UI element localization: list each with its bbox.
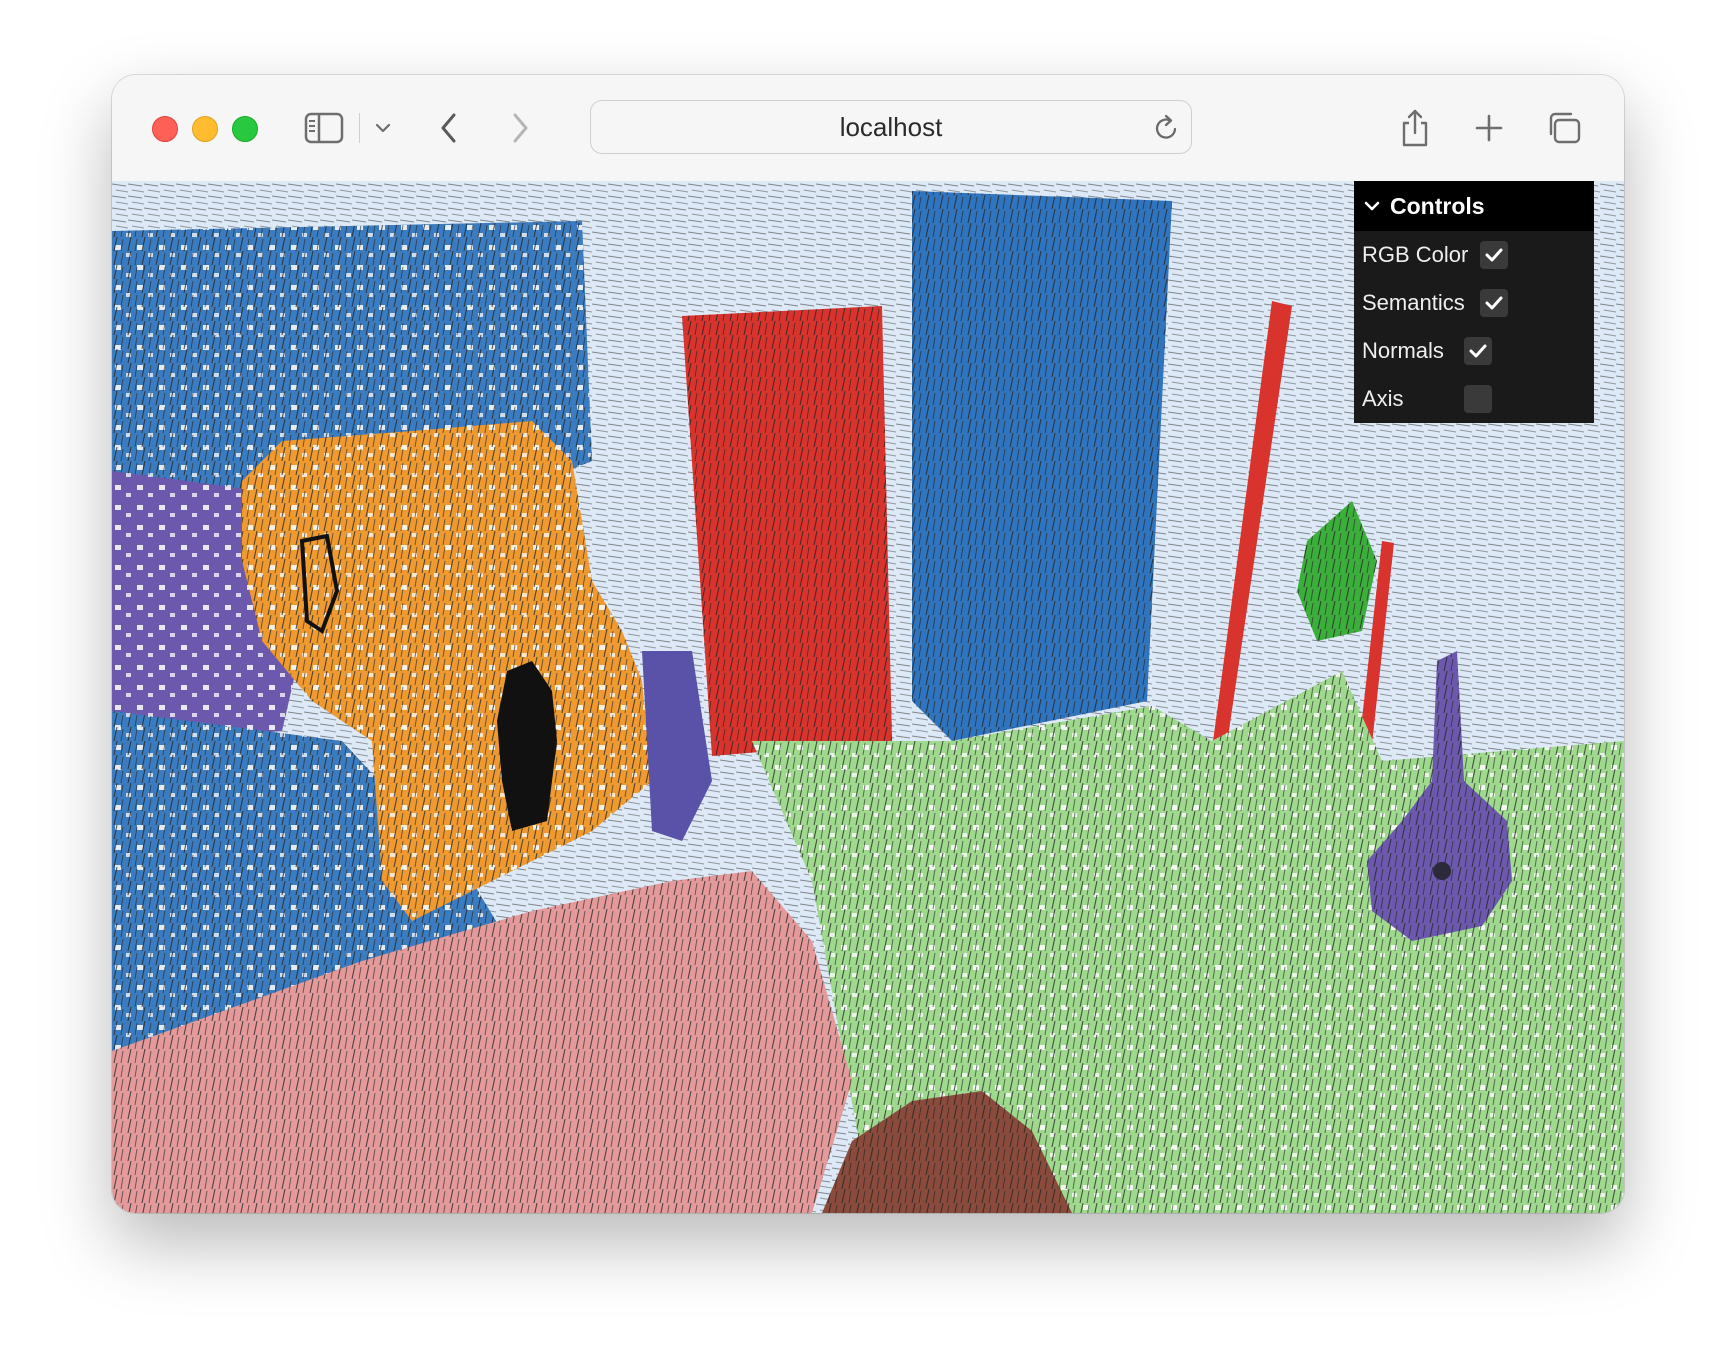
control-normals[interactable]: Normals — [1354, 327, 1594, 375]
address-bar[interactable]: localhost — [590, 100, 1192, 154]
controls-title: Controls — [1390, 192, 1485, 219]
checkmark-icon — [1485, 296, 1503, 310]
controls-panel: Controls RGB Color Semantics Normals Axi… — [1354, 181, 1594, 423]
sidebar-icon[interactable] — [302, 103, 346, 153]
minimize-window-button[interactable] — [192, 116, 218, 142]
controls-header[interactable]: Controls — [1354, 181, 1594, 231]
share-icon[interactable] — [1398, 103, 1432, 153]
point-cloud-viewport[interactable]: Controls RGB Color Semantics Normals Axi… — [112, 181, 1624, 1213]
control-label: RGB Color — [1362, 242, 1469, 267]
checkmark-icon — [1485, 248, 1503, 262]
control-label: Semantics — [1362, 290, 1465, 315]
close-window-button[interactable] — [152, 116, 178, 142]
toolbar-divider — [358, 103, 360, 153]
chevron-left-icon[interactable] — [434, 103, 464, 153]
control-semantics[interactable]: Semantics — [1354, 279, 1594, 327]
control-label: Axis — [1362, 386, 1404, 411]
tabs-overview-icon[interactable] — [1544, 103, 1584, 153]
zoom-window-button[interactable] — [232, 116, 258, 142]
axis-checkbox[interactable] — [1464, 385, 1492, 413]
checkmark-icon — [1469, 344, 1487, 358]
browser-toolbar: localhost — [112, 75, 1624, 182]
chevron-down-icon[interactable] — [370, 103, 396, 153]
control-label: Normals — [1362, 338, 1444, 363]
control-rgb-color[interactable]: RGB Color — [1354, 231, 1594, 279]
url-text: localhost — [839, 111, 943, 142]
chevron-down-icon — [1364, 201, 1380, 211]
chevron-right-icon[interactable] — [505, 103, 535, 153]
reload-icon[interactable] — [1153, 113, 1181, 148]
blue-panel-normals — [912, 191, 1172, 741]
rgb-color-checkbox[interactable] — [1480, 241, 1508, 269]
plus-icon[interactable] — [1472, 103, 1506, 153]
semantics-checkbox[interactable] — [1480, 289, 1508, 317]
red-panel-normals — [682, 306, 892, 756]
guitar-soundhole — [1433, 862, 1451, 880]
normals-checkbox[interactable] — [1464, 337, 1492, 365]
control-axis[interactable]: Axis — [1354, 375, 1594, 423]
browser-window: localhost Controls RGB Color Semantics N… — [112, 75, 1624, 1213]
